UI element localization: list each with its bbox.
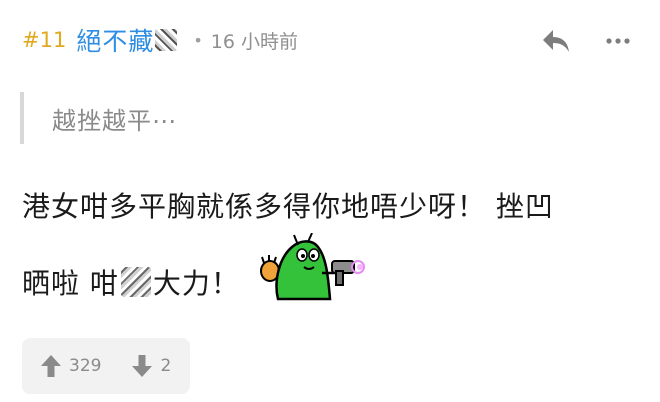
username-link[interactable]: 絕不藏 bbox=[76, 22, 154, 58]
post-body-line-1: 港女咁多平胸就係多得你地唔少呀！ 挫凹 bbox=[22, 190, 554, 223]
post-body-text-a: 晒啦 咁 bbox=[22, 267, 119, 300]
more-options-icon[interactable] bbox=[604, 31, 632, 51]
post-header: #11 絕不藏 • 16 小時前 bbox=[22, 20, 298, 60]
redacted-word bbox=[120, 267, 151, 297]
vote-bar: 329 2 bbox=[22, 338, 190, 394]
post-timestamp: 16 小時前 bbox=[210, 30, 298, 53]
floor-number[interactable]: #11 bbox=[22, 28, 66, 52]
post-body-text-b: 大力！ bbox=[152, 267, 240, 300]
quote-block[interactable]: 越挫越平⋯ bbox=[20, 92, 177, 144]
arrow-down-icon bbox=[132, 355, 153, 377]
quote-text: 越挫越平⋯ bbox=[52, 106, 177, 135]
downvote-count: 2 bbox=[160, 356, 172, 376]
reply-icon[interactable] bbox=[541, 28, 571, 54]
upvote-button[interactable]: 329 bbox=[40, 354, 101, 378]
post-container: #11 絕不藏 • 16 小時前 越挫越平⋯ 港女咁多平胸就係多得你地唔少呀！ … bbox=[0, 0, 660, 402]
downvote-button[interactable]: 2 bbox=[131, 354, 171, 378]
separator-dot: • bbox=[193, 30, 203, 50]
post-body-line-2: 晒啦 咁 大力！ bbox=[22, 262, 240, 302]
username-redacted-char bbox=[155, 29, 178, 51]
green-blob-sticker-icon bbox=[260, 233, 365, 301]
upvote-count: 329 bbox=[69, 356, 102, 376]
arrow-up-icon bbox=[41, 355, 61, 377]
